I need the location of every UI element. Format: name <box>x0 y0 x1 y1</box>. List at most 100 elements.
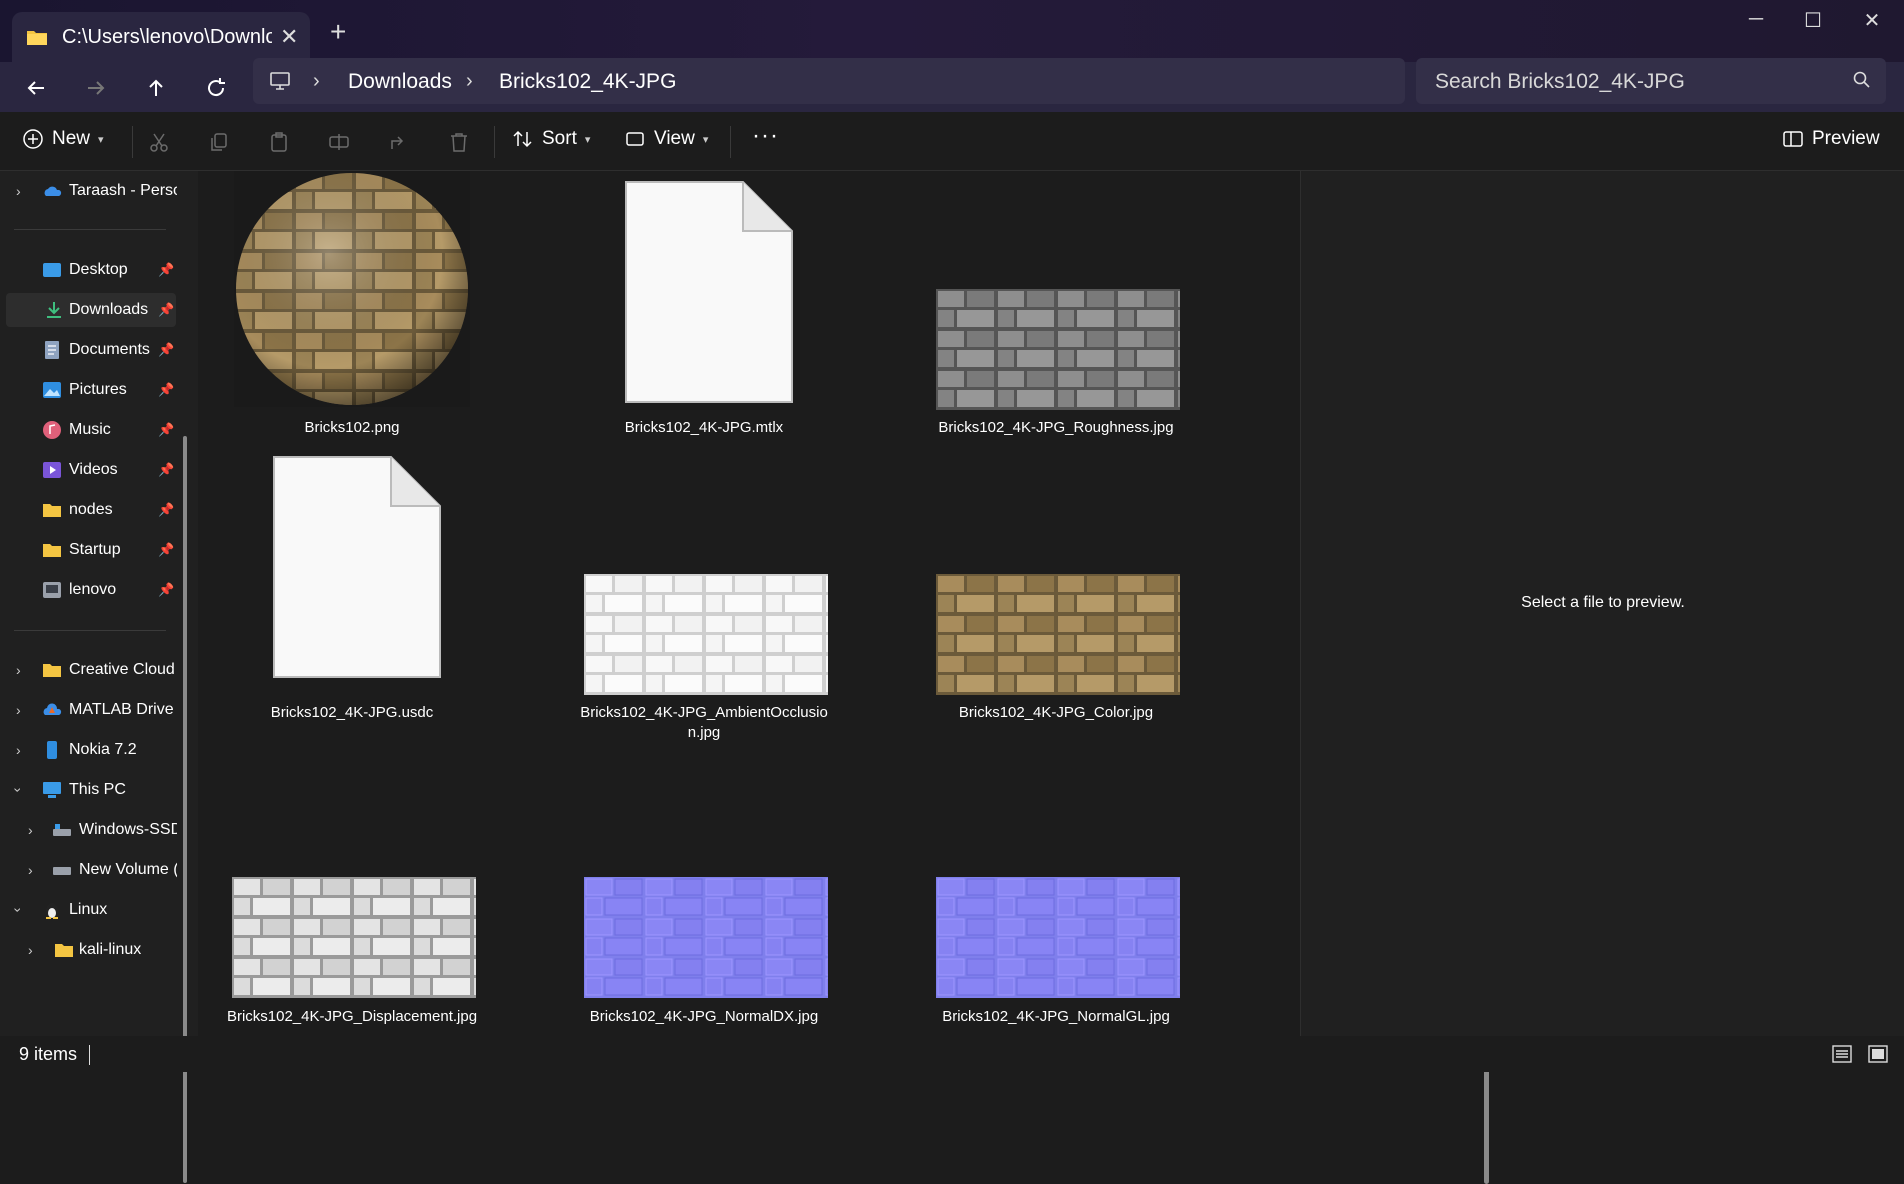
image-thumbnail <box>584 574 828 695</box>
pin-icon[interactable]: 📌 <box>158 582 174 598</box>
sidebar-item-pictures[interactable]: Pictures 📌 <box>0 373 180 407</box>
large-icons-view-icon[interactable] <box>1868 1044 1888 1064</box>
rename-icon[interactable] <box>328 131 350 153</box>
chevron-right-icon[interactable]: › <box>16 183 21 199</box>
sidebar-item-nodes[interactable]: nodes 📌 <box>0 493 180 527</box>
file-item[interactable]: Bricks102_4K-JPG.mtlx <box>574 171 834 436</box>
sidebar-item-downloads[interactable]: Downloads 📌 <box>6 293 176 327</box>
file-item[interactable]: Bricks102.png <box>222 171 482 436</box>
download-icon <box>47 302 61 318</box>
details-view-icon[interactable] <box>1832 1044 1852 1064</box>
sidebar-item-this-pc[interactable]: › This PC <box>0 773 180 807</box>
new-button[interactable]: New ▾ <box>22 128 104 150</box>
file-item[interactable]: Bricks102_4K-JPG_AmbientOcclusion.jpg <box>574 456 834 741</box>
command-bar: New ▾ Sort ▾ View ▾ ··· Preview <box>0 112 1904 171</box>
sidebar-item-new-volume[interactable]: › New Volume (D:) <box>0 853 180 887</box>
breadcrumb-current-folder[interactable]: Bricks102_4K-JPG <box>499 70 676 94</box>
divider <box>14 229 166 230</box>
image-thumbnail <box>234 171 470 407</box>
sidebar-item-videos[interactable]: Videos 📌 <box>0 453 180 487</box>
sidebar-item-music[interactable]: Music 📌 <box>0 413 180 447</box>
pin-icon[interactable]: 📌 <box>158 262 174 278</box>
sidebar-item-creative-cloud[interactable]: › Creative Cloud Files <box>0 653 180 687</box>
tab-title: C:\Users\lenovo\Downloads <box>62 25 272 48</box>
view-button[interactable]: View ▾ <box>624 128 708 150</box>
file-item[interactable]: Bricks102_4K-JPG.usdc <box>222 456 482 721</box>
chevron-right-icon[interactable]: › <box>16 702 21 718</box>
explorer-tab[interactable]: C:\Users\lenovo\Downloads ✕ <box>12 12 310 62</box>
delete-icon[interactable] <box>448 131 470 153</box>
maximize-button[interactable]: ☐ <box>1793 8 1833 33</box>
image-thumbnail <box>936 877 1180 998</box>
sidebar-item-kali-linux[interactable]: › kali-linux <box>0 933 180 967</box>
address-bar[interactable]: › Downloads › Bricks102_4K-JPG <box>253 58 1405 104</box>
image-thumbnail <box>232 877 476 998</box>
chevron-down-icon[interactable]: › <box>10 788 26 793</box>
preview-label: Preview <box>1812 128 1880 149</box>
plus-circle-icon <box>23 129 43 149</box>
sidebar-item-label: Documents <box>69 341 150 358</box>
chevron-down-icon[interactable]: › <box>10 908 26 913</box>
arrow-right-icon <box>88 81 105 95</box>
file-item[interactable]: Bricks102_4K-JPG_Displacement.jpg <box>222 761 482 1025</box>
chevron-right-icon[interactable]: › <box>28 942 33 958</box>
refresh-button[interactable] <box>196 70 236 106</box>
file-item[interactable]: Bricks102_4K-JPG_Color.jpg <box>926 456 1186 721</box>
phone-icon <box>47 741 57 759</box>
sort-button[interactable]: Sort ▾ <box>512 128 590 150</box>
sidebar-item-startup[interactable]: Startup 📌 <box>0 533 180 567</box>
sidebar-item-linux[interactable]: › Linux <box>0 893 180 927</box>
desktop-icon <box>43 263 61 277</box>
chevron-right-icon[interactable]: › <box>16 742 21 758</box>
search-input[interactable]: Search Bricks102_4K-JPG <box>1435 70 1685 94</box>
sidebar-item-label: kali-linux <box>79 941 142 958</box>
sidebar-item-lenovo[interactable]: lenovo 📌 <box>0 573 180 607</box>
chevron-right-icon[interactable]: › <box>28 822 33 838</box>
sidebar-item-windows-ssd[interactable]: › Windows-SSD <box>0 813 180 847</box>
pin-icon[interactable]: 📌 <box>158 302 174 318</box>
onedrive-icon <box>44 186 62 196</box>
sidebar-item-desktop[interactable]: Desktop 📌 <box>0 253 180 287</box>
file-grid: Bricks102.png Bricks102_4K-JPG.mtlx Bric… <box>200 171 1489 1184</box>
user-folder-icon <box>43 582 61 598</box>
chevron-down-icon: ▾ <box>98 133 104 146</box>
pin-icon[interactable]: 📌 <box>158 502 174 518</box>
new-tab-button[interactable]: + <box>330 16 346 48</box>
sidebar-item-label: Downloads <box>69 301 149 318</box>
view-icon <box>626 132 644 146</box>
pin-icon[interactable]: 📌 <box>158 342 174 358</box>
chevron-right-icon[interactable]: › <box>16 662 21 678</box>
more-options-button[interactable]: ··· <box>752 122 779 150</box>
breadcrumb-downloads[interactable]: Downloads <box>348 70 452 94</box>
search-icon[interactable] <box>1852 70 1872 90</box>
file-name: Bricks102_4K-JPG_Roughness.jpg <box>938 419 1174 436</box>
sidebar-item-onedrive[interactable]: › Taraash - Personal <box>0 174 180 208</box>
file-item[interactable]: Bricks102_4K-JPG_NormalDX.jpg <box>574 761 834 1025</box>
sidebar-item-label: This PC <box>69 781 126 798</box>
sidebar-item-label: Desktop <box>69 261 128 278</box>
cut-icon[interactable] <box>148 131 170 153</box>
chevron-right-icon[interactable]: › <box>28 862 33 878</box>
pin-icon[interactable]: 📌 <box>158 542 174 558</box>
pin-icon[interactable]: 📌 <box>158 382 174 398</box>
back-button[interactable] <box>16 70 56 106</box>
sidebar-item-documents[interactable]: Documents 📌 <box>0 333 180 367</box>
file-item[interactable]: Bricks102_4K-JPG_NormalGL.jpg <box>926 761 1186 1025</box>
pin-icon[interactable]: 📌 <box>158 422 174 438</box>
minimize-button[interactable]: ─ <box>1736 8 1776 31</box>
copy-icon[interactable] <box>208 131 230 153</box>
up-button[interactable] <box>136 70 176 106</box>
share-icon[interactable] <box>388 131 410 153</box>
chevron-down-icon: ▾ <box>584 133 591 146</box>
sidebar-item-matlab-drive[interactable]: › MATLAB Drive <box>0 693 180 727</box>
forward-button[interactable] <box>76 70 116 106</box>
drive-icon <box>53 867 71 875</box>
pin-icon[interactable]: 📌 <box>158 462 174 478</box>
paste-icon[interactable] <box>268 131 290 153</box>
file-item[interactable]: Bricks102_4K-JPG_Roughness.jpg <box>926 171 1186 436</box>
tab-close-icon[interactable]: ✕ <box>280 24 298 50</box>
search-box[interactable]: Search Bricks102_4K-JPG <box>1416 58 1886 104</box>
preview-pane-button[interactable]: Preview <box>1782 128 1880 150</box>
sidebar-item-nokia[interactable]: › Nokia 7.2 <box>0 733 180 767</box>
close-window-button[interactable]: ✕ <box>1852 8 1892 33</box>
